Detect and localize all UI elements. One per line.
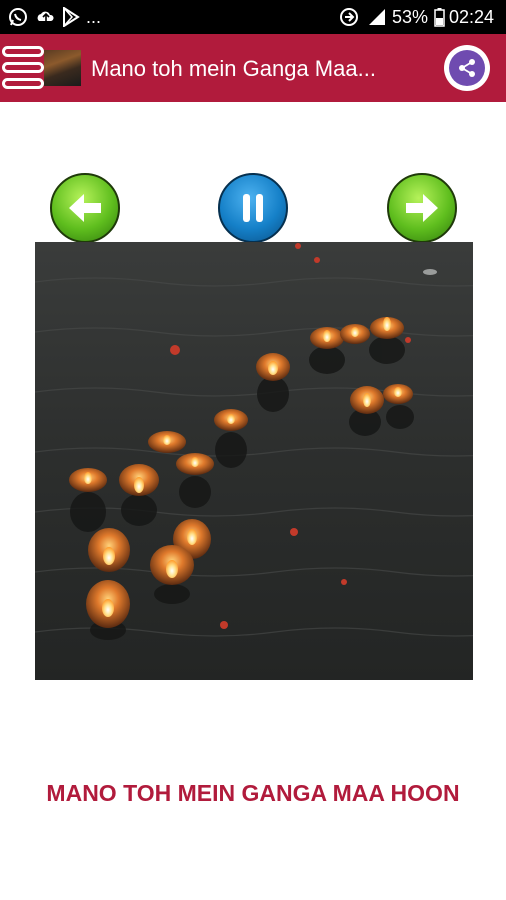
status-bar: ... 53% 02:24 <box>0 0 506 34</box>
pause-icon <box>243 194 263 222</box>
share-icon <box>449 50 485 86</box>
screen: ... 53% 02:24 Mano toh mein Ganga Maa... <box>0 0 506 900</box>
menu-button[interactable] <box>0 44 46 92</box>
signal-icon <box>367 7 387 27</box>
arrow-right-icon <box>406 194 438 222</box>
app-title: Mano toh mein Ganga Maa... <box>91 56 376 81</box>
previous-button[interactable] <box>50 173 120 243</box>
battery-icon <box>434 7 445 27</box>
song-caption: MANO TOH MEIN GANGA MAA HOON <box>46 780 460 806</box>
play-store-icon <box>62 7 80 27</box>
status-time: 02:24 <box>449 7 495 27</box>
sync-icon <box>339 7 359 27</box>
status-overflow: ... <box>86 7 102 27</box>
app-bar: Mano toh mein Ganga Maa... <box>0 34 506 102</box>
share-button[interactable] <box>444 45 490 91</box>
next-button[interactable] <box>387 173 457 243</box>
battery-percent: 53% <box>392 7 429 27</box>
pause-button[interactable] <box>218 173 288 243</box>
whatsapp-icon <box>8 7 28 27</box>
arrow-left-icon <box>69 194 101 222</box>
song-image <box>35 242 473 680</box>
cloud-upload-icon <box>36 7 56 27</box>
app-thumbnail <box>44 50 81 86</box>
